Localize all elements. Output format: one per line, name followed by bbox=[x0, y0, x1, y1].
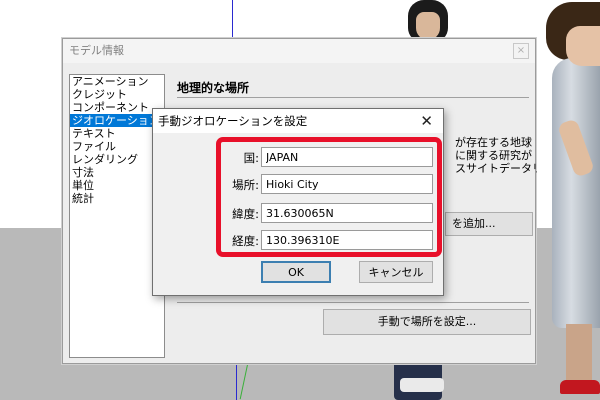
model-info-nav-list[interactable]: アニメーション クレジット コンポーネント ジオロケーション テキスト ファイル… bbox=[69, 74, 165, 358]
location-row: 場所: bbox=[215, 174, 435, 196]
nav-item-units[interactable]: 単位 bbox=[70, 179, 164, 192]
close-icon[interactable]: × bbox=[513, 43, 529, 59]
man-figure-shoe bbox=[400, 378, 444, 392]
nav-item-text[interactable]: テキスト bbox=[70, 127, 164, 140]
nav-item-rendering[interactable]: レンダリング bbox=[70, 153, 164, 166]
section-title: 地理的な場所 bbox=[177, 81, 250, 95]
location-label: 場所: bbox=[232, 178, 259, 192]
country-field[interactable] bbox=[261, 147, 433, 167]
geo-location-description: が存在する地球 に関する研究が スサイトデータリ bbox=[455, 136, 537, 175]
woman-figure-face bbox=[566, 26, 600, 66]
geo-dialog-titlebar[interactable]: 手動ジオロケーションを設定 ✕ bbox=[153, 109, 443, 133]
cancel-button[interactable]: キャンセル bbox=[359, 261, 433, 283]
section-divider-lower bbox=[177, 302, 529, 303]
woman-figure-leg bbox=[566, 324, 592, 384]
country-label: 国: bbox=[243, 151, 259, 165]
woman-figure-coat bbox=[552, 58, 600, 328]
description-line: が存在する地球 bbox=[455, 136, 532, 149]
nav-item-file[interactable]: ファイル bbox=[70, 140, 164, 153]
model-info-title: モデル情報 bbox=[69, 44, 124, 57]
nav-item-geo-location[interactable]: ジオロケーション bbox=[70, 114, 160, 127]
manual-geo-location-dialog: 手動ジオロケーションを設定 ✕ 国: 場所: 緯度: 経度: OK キャンセル bbox=[152, 108, 444, 296]
nav-item-credits[interactable]: クレジット bbox=[70, 88, 164, 101]
close-icon[interactable]: ✕ bbox=[420, 110, 433, 132]
longitude-row: 経度: bbox=[215, 230, 435, 252]
latitude-field[interactable] bbox=[261, 203, 433, 223]
longitude-label: 経度: bbox=[232, 234, 259, 248]
section-divider bbox=[177, 97, 529, 98]
model-info-titlebar[interactable]: モデル情報 × bbox=[63, 39, 535, 63]
longitude-field[interactable] bbox=[261, 230, 433, 250]
blue-axis-line-lower bbox=[236, 364, 237, 400]
description-line: スサイトデータリ bbox=[455, 162, 537, 175]
nav-item-dimensions[interactable]: 寸法 bbox=[70, 166, 164, 179]
latitude-row: 緯度: bbox=[215, 203, 435, 225]
description-line: に関する研究が bbox=[455, 149, 532, 162]
geo-dialog-title: 手動ジオロケーションを設定 bbox=[158, 114, 308, 128]
country-row: 国: bbox=[215, 147, 435, 169]
ok-button[interactable]: OK bbox=[261, 261, 331, 283]
set-manual-location-button[interactable]: 手動で場所を設定... bbox=[323, 309, 531, 335]
man-figure-face bbox=[416, 12, 440, 40]
nav-item-animation[interactable]: アニメーション bbox=[70, 75, 164, 88]
add-location-button[interactable]: を追加... bbox=[445, 212, 533, 236]
nav-item-components[interactable]: コンポーネント bbox=[70, 101, 164, 114]
location-field[interactable] bbox=[261, 174, 433, 194]
latitude-label: 緯度: bbox=[232, 207, 259, 221]
nav-item-statistics[interactable]: 統計 bbox=[70, 192, 164, 205]
woman-figure-shoe bbox=[560, 380, 600, 394]
